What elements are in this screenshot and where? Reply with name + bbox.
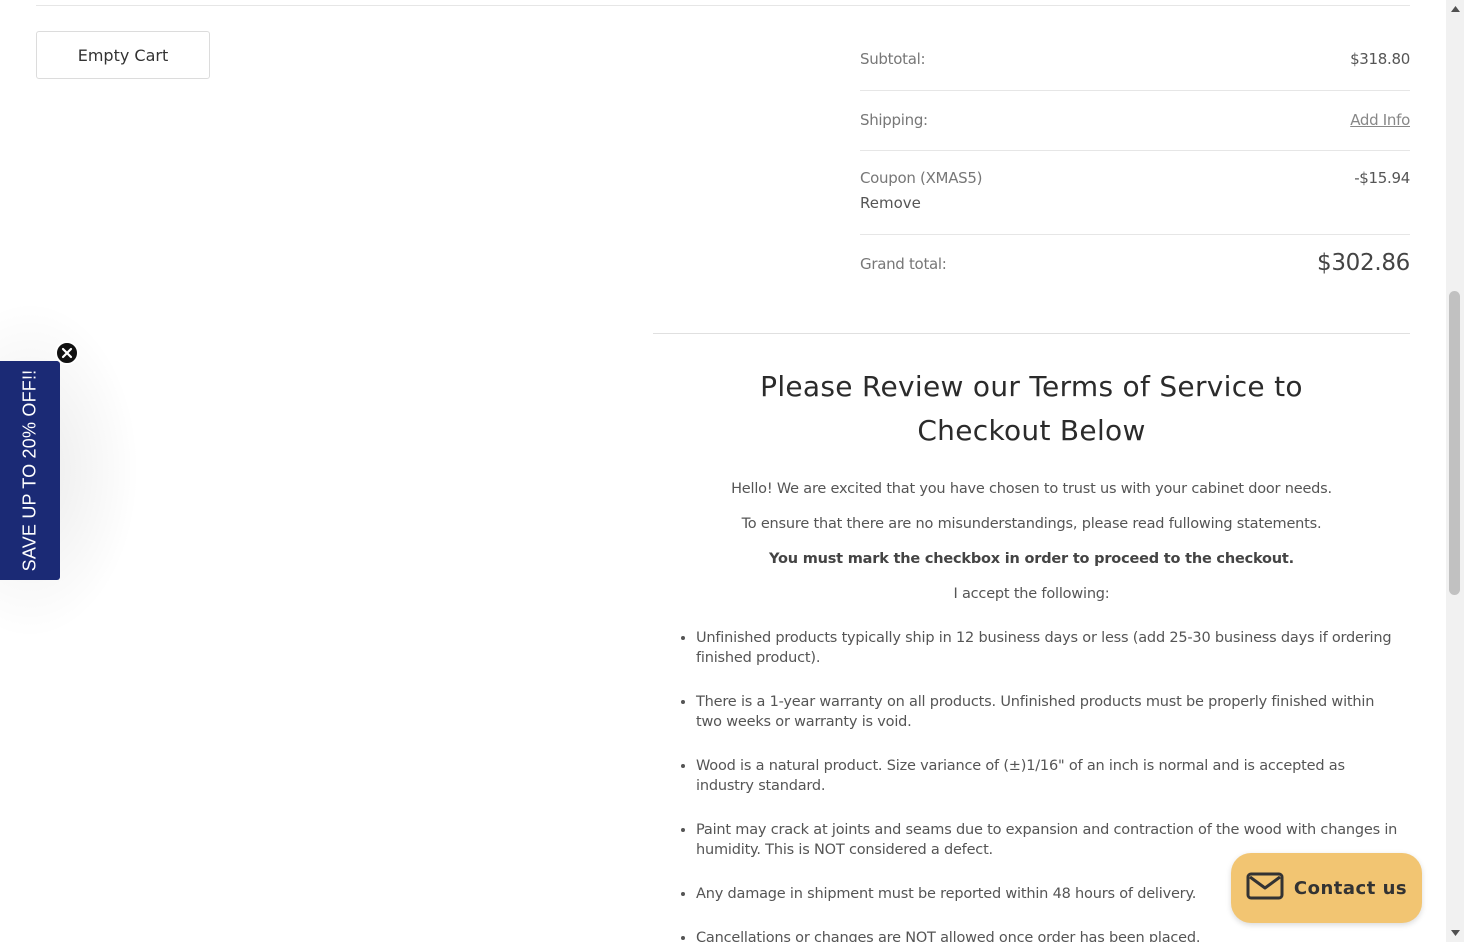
divider [36,5,1410,6]
divider [653,333,1410,334]
contact-us-button[interactable]: Contact us [1231,853,1422,923]
terms-item: Wood is a natural product. Size variance… [696,756,1410,796]
terms-item: There is a 1-year warranty on all produc… [696,692,1410,732]
terms-accept: I accept the following: [953,586,1110,602]
coupon-row: Coupon (XMAS5) Remove -$15.94 [860,151,1410,235]
grand-total-label: Grand total: [860,255,947,273]
terms-ensure: To ensure that there are no misunderstan… [741,516,1322,532]
empty-cart-button[interactable]: Empty Cart [36,31,210,79]
page: Empty Cart Subtotal: $318.80 Shipping: A… [0,0,1464,942]
terms-item: Cancellations or changes are NOT allowed… [696,928,1410,942]
shipping-row: Shipping: Add Info [860,91,1410,151]
terms-must-mark: You must mark the checkbox in order to p… [769,551,1294,567]
terms-title: Please Review our Terms of Service to Ch… [760,370,1303,447]
coupon-value: -$15.94 [1354,169,1410,187]
close-icon[interactable] [55,341,79,365]
scrollbar-thumb[interactable] [1449,291,1460,595]
coupon-label: Coupon (XMAS5) [860,169,983,187]
subtotal-row: Subtotal: $318.80 [860,30,1410,91]
subtotal-value: $318.80 [1350,50,1410,68]
promo-tab[interactable]: SAVE UP TO 20% OFF!! [0,361,60,580]
scroll-up-arrow-icon[interactable] [1446,0,1464,18]
contact-us-label: Contact us [1293,877,1408,899]
terms-item: Unfinished products typically ship in 12… [696,628,1410,668]
terms-intro: Hello! We are excited that you have chos… [731,481,1332,497]
scrollbar[interactable] [1446,0,1464,942]
order-totals: Subtotal: $318.80 Shipping: Add Info Cou… [860,30,1410,297]
grand-total-value: $302.86 [1316,250,1410,276]
promo-text: SAVE UP TO 20% OFF!! [19,369,40,572]
coupon-info: Coupon (XMAS5) Remove [860,169,982,234]
subtotal-label: Subtotal: [860,50,926,68]
add-shipping-info-link[interactable]: Add Info [1350,111,1410,150]
remove-coupon-link[interactable]: Remove [860,194,982,212]
grand-total-row: Grand total: $302.86 [860,235,1410,297]
shipping-label: Shipping: [860,111,928,129]
scroll-down-arrow-icon[interactable] [1446,924,1464,942]
envelope-icon [1246,872,1284,904]
